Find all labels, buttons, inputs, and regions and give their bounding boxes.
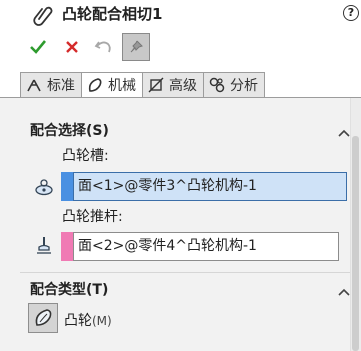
cam-slot-selection-field[interactable]: 面<1>@零件3^凸轮机构-1	[73, 172, 347, 201]
cam-slot-label: 凸轮槽:	[62, 148, 109, 164]
advanced-mates-icon	[148, 77, 164, 93]
cam-mate-label-text: 凸轮	[64, 313, 92, 329]
cam-mate-button[interactable]	[28, 303, 58, 333]
cam-slot-icon	[34, 176, 54, 196]
follower-icon	[34, 235, 54, 255]
mate-tabs: 标准 机械 高级 分析	[20, 72, 265, 98]
ok-check-icon[interactable]	[26, 35, 50, 59]
cam-mate-shortcut: (M)	[92, 314, 112, 328]
collapse-chevron-up-icon[interactable]	[338, 126, 350, 137]
panel-title: 凸轮配合相切1	[62, 5, 163, 23]
follower-selection-field[interactable]: 面<2>@零件4^凸轮机构-1	[73, 232, 339, 261]
standard-mates-icon	[27, 79, 41, 92]
mechanical-mates-icon	[88, 78, 102, 92]
analysis-icon	[209, 77, 225, 93]
tab-advanced-label: 高级	[169, 78, 197, 94]
undo-icon[interactable]	[92, 35, 116, 59]
tab-advanced[interactable]: 高级	[142, 72, 204, 98]
mate-type-title[interactable]: 配合类型(T)	[30, 281, 108, 299]
cancel-x-icon[interactable]	[60, 35, 84, 59]
scrollbar-thumb[interactable]	[352, 136, 359, 351]
tab-analysis-label: 分析	[230, 78, 258, 94]
tab-mechanical-label: 机械	[108, 78, 136, 94]
help-icon[interactable]: ?	[343, 5, 359, 21]
next-option-partial	[30, 344, 70, 351]
tab-standard-label: 标准	[47, 78, 75, 94]
pin-icon[interactable]	[122, 33, 150, 61]
tab-mechanical[interactable]: 机械	[81, 72, 143, 98]
mate-type-collapse-chevron-up-icon[interactable]	[338, 285, 350, 296]
mate-selections-title[interactable]: 配合选择(S)	[30, 122, 109, 140]
cam-mate-label[interactable]: 凸轮(M)	[64, 310, 112, 330]
follower-label: 凸轮推杆:	[62, 209, 123, 225]
tab-standard[interactable]: 标准	[20, 72, 82, 98]
cam-icon	[35, 309, 52, 326]
tab-analysis[interactable]: 分析	[203, 72, 265, 98]
section-divider	[20, 272, 350, 273]
mate-paperclip-icon	[32, 4, 54, 26]
